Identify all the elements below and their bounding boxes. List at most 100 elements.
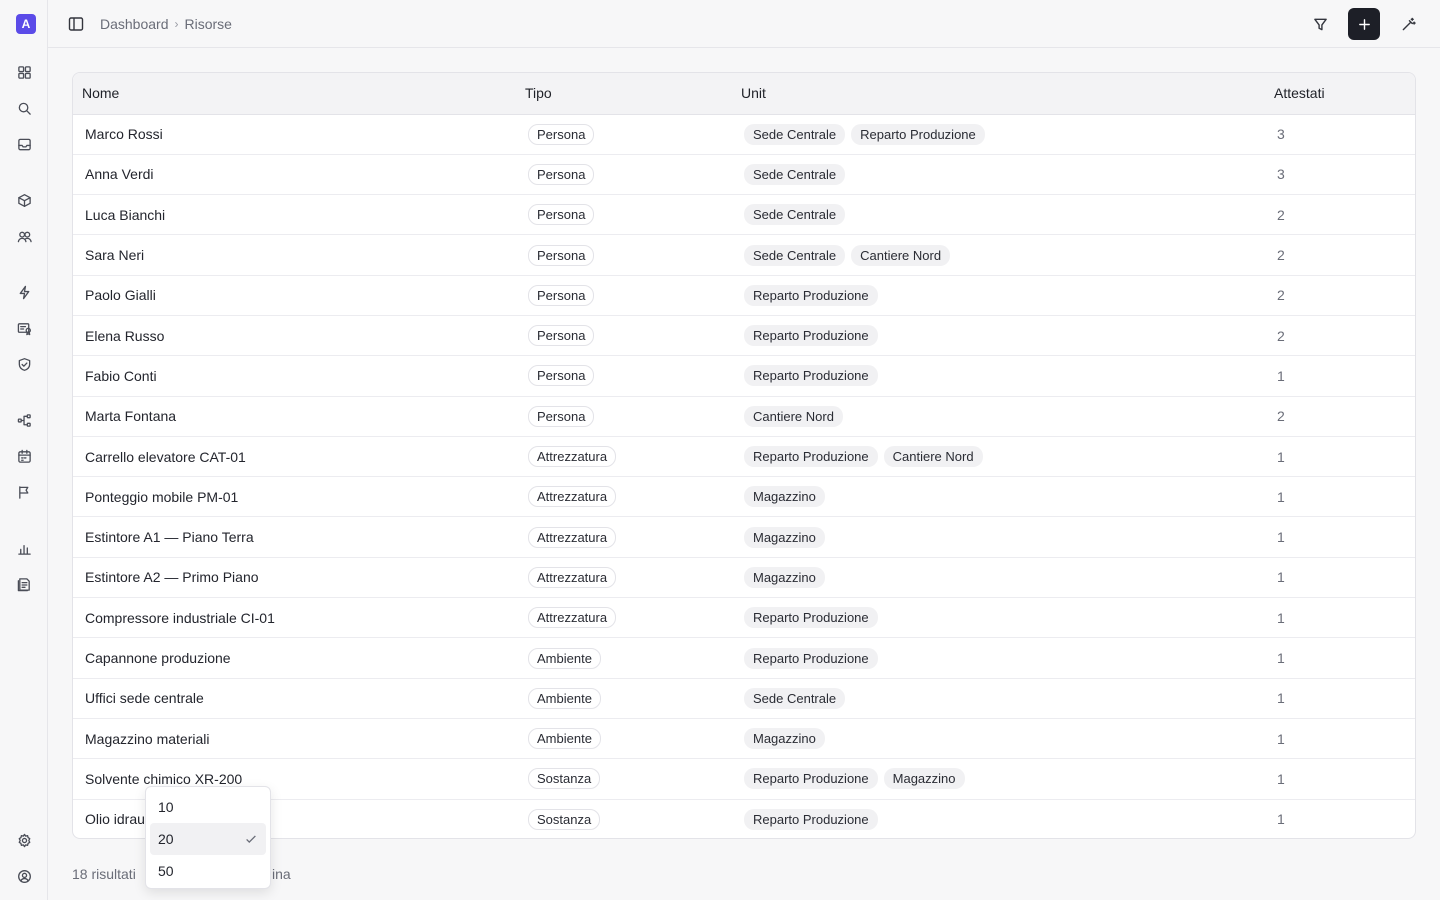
chart-icon[interactable]: [14, 538, 34, 558]
table-row[interactable]: Olio idrau Sostanza Reparto Produzione 1: [73, 799, 1415, 838]
add-button[interactable]: [1348, 8, 1380, 40]
type-badge: Sostanza: [528, 768, 601, 790]
unit-badge: Magazzino: [744, 728, 825, 750]
cell-certs: 2: [1265, 396, 1415, 437]
table-row[interactable]: Estintore A2 — Primo Piano Attrezzatura Ma…: [73, 557, 1415, 599]
cell-unit: Sede Centrale Cantiere Nord: [732, 234, 1265, 276]
unit-badge: Sede Centrale: [744, 163, 846, 185]
cell-name: Elena Russo: [73, 315, 516, 357]
cell-type: Ambiente: [516, 678, 732, 719]
cell-name: Paolo Gialli: [73, 275, 516, 316]
cell-type: Persona: [516, 194, 732, 236]
table-row[interactable]: Magazzino materiali Ambiente Magazzino 1: [73, 718, 1415, 760]
cell-name: Capannone produzione: [73, 637, 516, 679]
cell-name: Marta Fontana: [73, 396, 516, 437]
app-logo[interactable]: A: [16, 14, 36, 34]
type-badge: Persona: [528, 284, 595, 306]
bolt-icon[interactable]: [14, 282, 34, 302]
table-row[interactable]: Elena Russo Persona Reparto Produzione 2: [73, 315, 1415, 357]
page-size-dropdown: 10 20 50: [145, 786, 271, 889]
type-badge: Ambiente: [528, 647, 601, 669]
page-size-option-label: 10: [158, 799, 174, 815]
breadcrumb: Dashboard › Risorse: [100, 16, 232, 32]
magic-wand-button[interactable]: [1392, 8, 1424, 40]
flow-icon[interactable]: [14, 410, 34, 430]
unit-badge: Reparto Produzione: [744, 607, 878, 629]
unit-badge: Reparto Produzione: [744, 284, 878, 306]
table-row[interactable]: Fabio Conti Persona Reparto Produzione 1: [73, 355, 1415, 397]
unit-badge: Reparto Produzione: [851, 123, 985, 145]
filter-button[interactable]: [1304, 8, 1336, 40]
cell-unit: Cantiere Nord: [732, 396, 1265, 437]
table-row[interactable]: Anna Verdi Persona Sede Centrale 3: [73, 154, 1415, 196]
table-row[interactable]: Ponteggio mobile PM-01 Attrezzatura Magazz…: [73, 476, 1415, 518]
table-row[interactable]: Uffici sede centrale Ambiente Sede Central…: [73, 678, 1415, 719]
page-size-option[interactable]: 50: [150, 855, 266, 887]
flag-icon[interactable]: [14, 482, 34, 502]
cell-certs: 1: [1265, 758, 1415, 800]
sidebar-toggle-icon[interactable]: [66, 14, 86, 34]
results-count: 18 risultati: [72, 866, 136, 882]
table-row[interactable]: Capannone produzione Ambiente Reparto Prod…: [73, 637, 1415, 679]
table-row[interactable]: Paolo Gialli Persona Reparto Produzione 2: [73, 275, 1415, 316]
unit-badge: Sede Centrale: [744, 687, 846, 709]
report-icon[interactable]: [14, 574, 34, 594]
settings-icon[interactable]: [14, 830, 34, 850]
type-badge: Attrezzatura: [528, 486, 617, 508]
table-row[interactable]: Marta Fontana Persona Cantiere Nord 2: [73, 396, 1415, 437]
cell-unit: Reparto Produzione: [732, 315, 1265, 357]
unit-badge: Magazzino: [744, 486, 825, 508]
page-size-option[interactable]: 10: [150, 791, 266, 823]
table-row[interactable]: Carrello elevatore CAT-01 Attrezzatura Rep…: [73, 436, 1415, 478]
top-header: Dashboard › Risorse: [48, 0, 1440, 48]
type-badge: Persona: [528, 204, 595, 226]
cell-type: Attrezzatura: [516, 557, 732, 599]
column-header-name[interactable]: Nome: [73, 73, 516, 115]
search-icon[interactable]: [14, 98, 34, 118]
cell-unit: Sede Centrale: [732, 194, 1265, 236]
table-row[interactable]: Compressore industriale CI-01 Attrezzatur…: [73, 597, 1415, 639]
breadcrumb-dashboard[interactable]: Dashboard: [100, 16, 169, 32]
table-row[interactable]: Luca Bianchi Persona Sede Centrale 2: [73, 194, 1415, 236]
sidebar: A: [0, 0, 48, 900]
shield-icon[interactable]: [14, 354, 34, 374]
chevron-right-icon: ›: [174, 17, 179, 31]
cell-unit: Sede Centrale: [732, 678, 1265, 719]
column-header-unit[interactable]: Unit: [732, 73, 1265, 115]
cell-certs: 1: [1265, 597, 1415, 639]
unit-badge: Reparto Produzione: [744, 647, 878, 669]
cell-name: Magazzino materiali: [73, 718, 516, 760]
table-row[interactable]: Estintore A1 — Piano Terra Attrezzatura Ma…: [73, 516, 1415, 558]
inbox-icon[interactable]: [14, 134, 34, 154]
column-header-type[interactable]: Tipo: [516, 73, 732, 115]
cell-unit: Reparto Produzione Cantiere Nord: [732, 436, 1265, 478]
table-row[interactable]: Marco Rossi Persona Sede Centrale Reparto P…: [73, 114, 1415, 155]
cell-type: Attrezzatura: [516, 476, 732, 518]
table-row[interactable]: Sara Neri Persona Sede Centrale Cantiere No…: [73, 234, 1415, 276]
cell-type: Persona: [516, 114, 732, 155]
calendar-icon[interactable]: [14, 446, 34, 466]
cell-type: Persona: [516, 154, 732, 196]
cell-certs: 3: [1265, 114, 1415, 155]
cell-type: Sostanza: [516, 758, 732, 800]
breadcrumb-current: Risorse: [184, 16, 232, 32]
cell-name: Marco Rossi: [73, 114, 516, 155]
cell-type: Attrezzatura: [516, 597, 732, 639]
type-badge: Persona: [528, 163, 595, 185]
cell-certs: 1: [1265, 516, 1415, 558]
account-icon[interactable]: [14, 866, 34, 886]
certificate-icon[interactable]: [14, 318, 34, 338]
cell-certs: 1: [1265, 718, 1415, 760]
cell-type: Attrezzatura: [516, 436, 732, 478]
cell-certs: 2: [1265, 315, 1415, 357]
column-header-certs[interactable]: Attestati: [1265, 73, 1415, 115]
cell-unit: Magazzino: [732, 476, 1265, 518]
users-icon[interactable]: [14, 226, 34, 246]
page-size-option[interactable]: 20: [150, 823, 266, 855]
cell-name: Ponteggio mobile PM-01: [73, 476, 516, 518]
cell-type: Persona: [516, 234, 732, 276]
cell-unit: Magazzino: [732, 718, 1265, 760]
table-row[interactable]: Solvente chimico XR-200 Sostanza Reparto P…: [73, 758, 1415, 800]
grid-icon[interactable]: [14, 62, 34, 82]
box-icon[interactable]: [14, 190, 34, 210]
